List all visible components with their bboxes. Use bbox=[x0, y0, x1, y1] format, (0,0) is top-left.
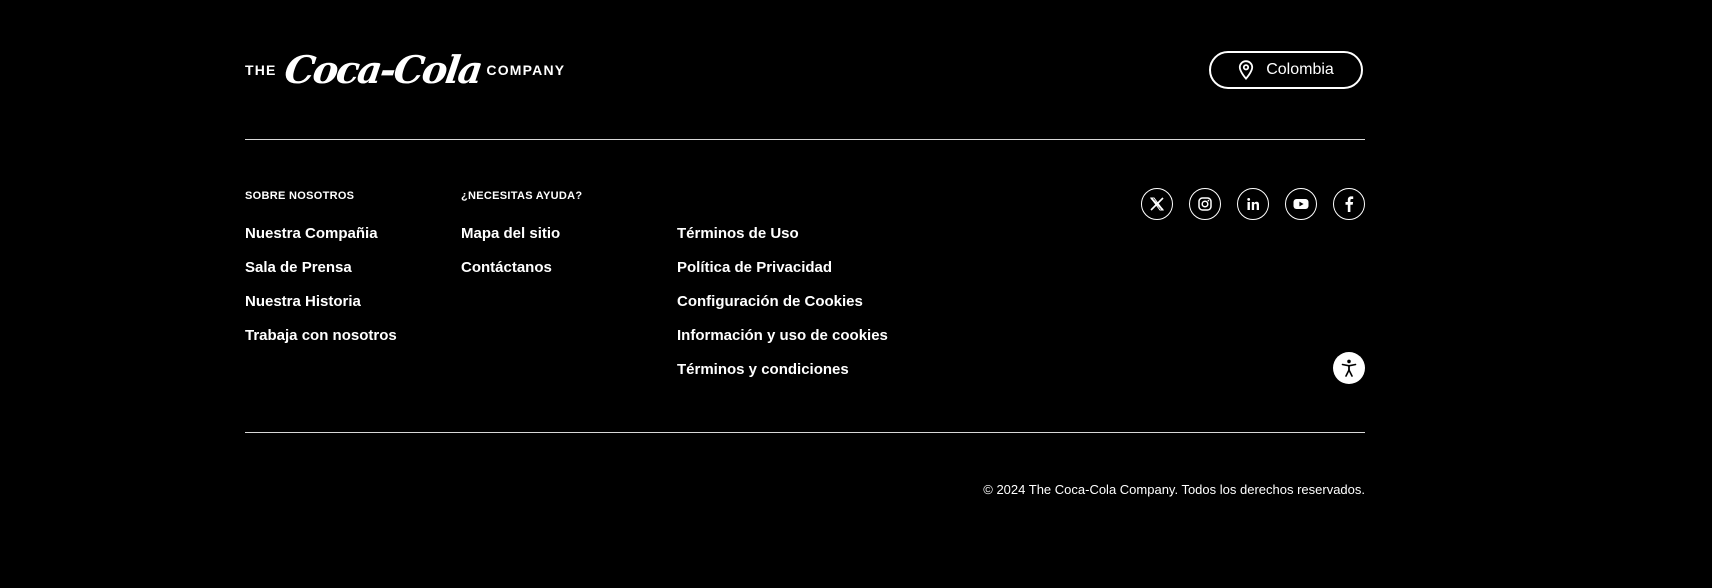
footer-link-sala-de-prensa[interactable]: Sala de Prensa bbox=[245, 259, 352, 276]
site-footer: THE Coca-Cola COMPANY Colombia SOBRE NOS… bbox=[0, 0, 1712, 588]
footer-column-help: ¿NECESITAS AYUDA? Mapa del sitio Contáct… bbox=[461, 190, 582, 292]
footer-link-contactanos[interactable]: Contáctanos bbox=[461, 259, 552, 276]
footer-link-politica-de-privacidad[interactable]: Política de Privacidad bbox=[677, 259, 832, 276]
linkedin-link[interactable] bbox=[1237, 188, 1269, 220]
copyright-text: © 2024 The Coca-Cola Company. Todos los … bbox=[983, 482, 1365, 497]
footer-link-configuracion-de-cookies[interactable]: Configuración de Cookies bbox=[677, 293, 863, 310]
logo-company-text: COMPANY bbox=[486, 62, 566, 78]
logo-the-text: THE bbox=[245, 62, 277, 78]
footer-column-about: SOBRE NOSOTROS Nuestra Compañia Sala de … bbox=[245, 190, 397, 360]
footer-link-trabaja-con-nosotros[interactable]: Trabaja con nosotros bbox=[245, 327, 397, 344]
footer-link-terminos-y-condiciones[interactable]: Términos y condiciones bbox=[677, 361, 849, 378]
column-heading: ¿NECESITAS AYUDA? bbox=[461, 190, 583, 202]
x-icon bbox=[1150, 197, 1164, 211]
company-logo[interactable]: THE Coca-Cola COMPANY bbox=[245, 47, 566, 92]
youtube-icon bbox=[1293, 199, 1309, 209]
logo-script-text: Coca-Cola bbox=[281, 47, 484, 92]
column-heading: SOBRE NOSOTROS bbox=[245, 190, 355, 202]
footer-link-terminos-de-uso[interactable]: Términos de Uso bbox=[677, 225, 799, 242]
accessibility-button[interactable] bbox=[1333, 352, 1365, 384]
footer-link-mapa-del-sitio[interactable]: Mapa del sitio bbox=[461, 225, 560, 242]
location-pin-icon bbox=[1239, 60, 1254, 80]
facebook-link[interactable] bbox=[1333, 188, 1365, 220]
footer-link-informacion-uso-cookies[interactable]: Información y uso de cookies bbox=[677, 327, 888, 344]
youtube-link[interactable] bbox=[1285, 188, 1317, 220]
footer-link-nuestra-compania[interactable]: Nuestra Compañia bbox=[245, 225, 378, 242]
linkedin-icon bbox=[1247, 198, 1259, 210]
bottom-divider bbox=[245, 432, 1365, 433]
accessibility-icon bbox=[1341, 359, 1357, 377]
instagram-link[interactable] bbox=[1189, 188, 1221, 220]
country-label: Colombia bbox=[1266, 61, 1334, 78]
footer-link-nuestra-historia[interactable]: Nuestra Historia bbox=[245, 293, 361, 310]
footer-column-legal: Términos de Uso Política de Privacidad C… bbox=[677, 224, 888, 394]
x-link[interactable] bbox=[1141, 188, 1173, 220]
country-selector-button[interactable]: Colombia bbox=[1209, 51, 1363, 89]
social-links bbox=[1141, 188, 1365, 220]
instagram-icon bbox=[1198, 197, 1212, 211]
top-divider bbox=[245, 139, 1365, 140]
facebook-icon bbox=[1345, 196, 1354, 212]
